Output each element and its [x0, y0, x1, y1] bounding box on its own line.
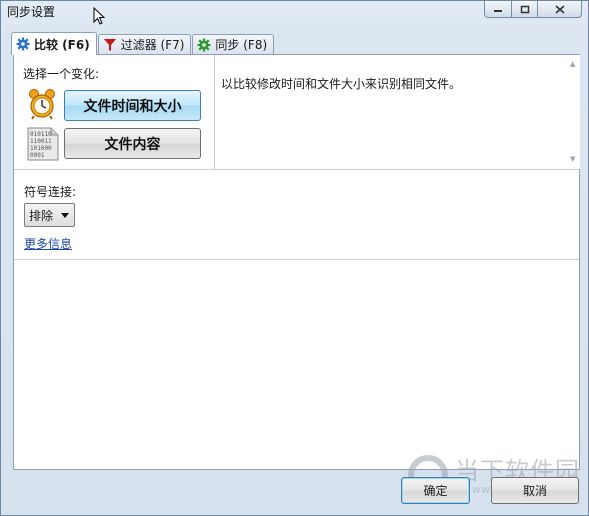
scroll-down-icon[interactable]: ▼	[570, 155, 575, 163]
tab-sync[interactable]: 同步 (F8)	[192, 34, 275, 54]
alarm-clock-icon	[29, 89, 55, 120]
window-controls	[484, 1, 582, 18]
description-box: 以比较修改时间和文件大小来识别相同文件。	[215, 55, 567, 169]
tab-filter-label: 过滤器 (F7)	[120, 38, 185, 52]
scroll-up-icon[interactable]: ▲	[570, 60, 575, 68]
tab-sync-label: 同步 (F8)	[215, 38, 268, 52]
compare-panel: 选择一个变化: 文件时间和大小 010110 110011 101000 000…	[13, 54, 580, 470]
gear-green-icon	[197, 38, 211, 51]
symlinks-label: 符号连接:	[24, 185, 77, 199]
filter-red-icon	[103, 38, 116, 51]
tab-filter[interactable]: 过滤器 (F7)	[97, 34, 192, 54]
minimize-icon	[494, 10, 502, 12]
minimize-button[interactable]	[484, 1, 512, 18]
section-divider	[14, 169, 579, 170]
sync-settings-dialog: 同步设置 比较 (F6) 过滤器 (F7) 同步 (F8) 选择一个变化: 文件…	[0, 0, 589, 516]
svg-text:110011: 110011	[30, 138, 52, 145]
chevron-down-icon	[61, 213, 69, 218]
close-button[interactable]	[538, 1, 582, 18]
more-info-link[interactable]: 更多信息	[24, 235, 72, 252]
ok-button[interactable]: 确定	[401, 477, 470, 504]
tab-bar: 比较 (F6) 过滤器 (F7) 同步 (F8)	[11, 32, 275, 55]
tab-compare[interactable]: 比较 (F6)	[11, 32, 97, 55]
svg-text:101000: 101000	[30, 145, 52, 152]
maximize-button[interactable]	[512, 1, 538, 18]
gear-blue-icon	[16, 37, 30, 51]
close-icon	[554, 4, 565, 14]
tab-compare-label: 比较 (F6)	[34, 37, 90, 52]
title-bar[interactable]: 同步设置	[1, 1, 588, 25]
maximize-icon	[520, 5, 529, 13]
option-time-size-button[interactable]: 文件时间和大小	[64, 90, 201, 121]
window-title: 同步设置	[7, 5, 56, 19]
cancel-button[interactable]: 取消	[491, 477, 579, 504]
compare-variant-group: 选择一个变化: 文件时间和大小 010110 110011 101000 000…	[14, 55, 214, 169]
svg-text:010110: 010110	[30, 131, 52, 138]
option-content-button[interactable]: 文件内容	[64, 128, 201, 159]
section-divider-bottom	[14, 259, 579, 260]
svg-text:0001: 0001	[30, 152, 45, 159]
binary-file-icon: 010110 110011 101000 0001	[27, 127, 59, 161]
mouse-cursor-icon	[93, 7, 105, 25]
symlinks-select[interactable]: 排除	[24, 203, 75, 227]
description-text: 以比较修改时间和文件大小来识别相同文件。	[221, 77, 462, 91]
symlinks-selected-value: 排除	[29, 208, 54, 223]
choose-variant-label: 选择一个变化:	[23, 67, 100, 81]
description-scrollbar[interactable]: ▲ ▼	[567, 55, 580, 169]
